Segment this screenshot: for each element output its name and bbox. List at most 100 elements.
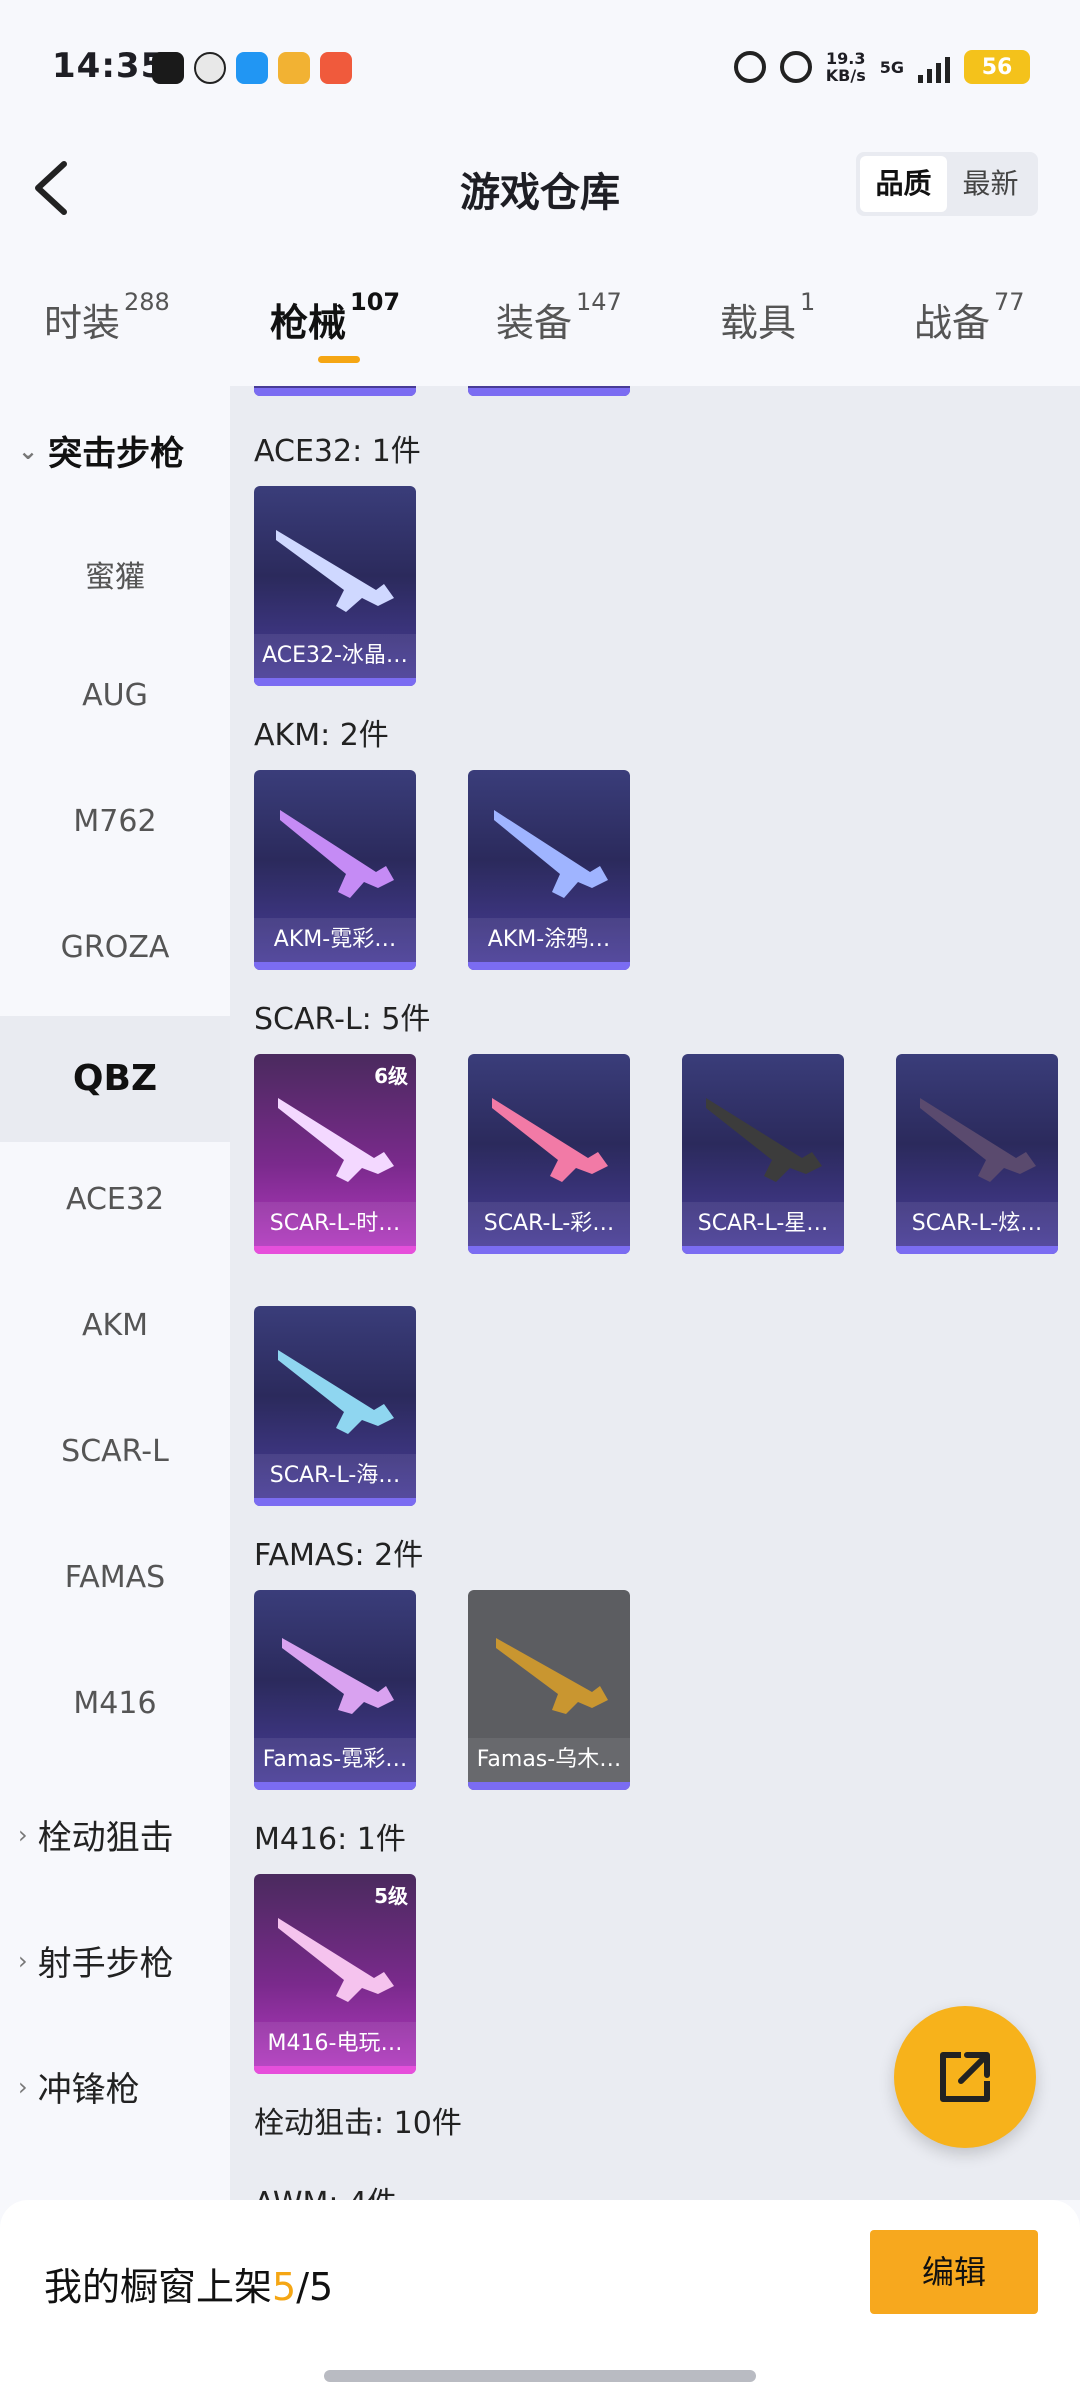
app-notification-icon bbox=[236, 52, 268, 84]
showcase-shelf-status: 我的橱窗上架5/5 bbox=[44, 2256, 333, 2311]
net-speed-unit: KB/s bbox=[825, 66, 866, 85]
section-label-scar-l: SCAR-L: 5件 bbox=[254, 1002, 431, 1037]
edit-button[interactable]: 编辑 bbox=[870, 2230, 1038, 2314]
tab-vehicles[interactable]: 载具 1 bbox=[720, 288, 815, 347]
rifle-icon bbox=[276, 530, 394, 612]
sidebar-item-honey-badger[interactable]: 蜜獾 bbox=[0, 552, 230, 596]
weapon-name: Famas-乌木… bbox=[468, 1738, 630, 1782]
sidebar-group-label: 突击步枪 bbox=[48, 434, 185, 474]
weapon-card[interactable]: 5级 M416-电玩… bbox=[254, 1874, 416, 2074]
sidebar-item-scar-l[interactable]: SCAR-L bbox=[0, 1434, 230, 1469]
tab-guns[interactable]: 枪械 107 bbox=[270, 288, 400, 347]
home-indicator[interactable] bbox=[324, 2370, 756, 2382]
sidebar-item-qbz[interactable]: QBZ bbox=[0, 1016, 230, 1142]
weapon-name: SCAR-L-彩… bbox=[468, 1202, 630, 1246]
sidebar-group-marksman-rifle[interactable]: › 射手步枪 bbox=[18, 1936, 174, 1985]
sidebar-group-label: 射手步枪 bbox=[37, 1944, 174, 1984]
chevron-right-icon: › bbox=[18, 1946, 28, 1975]
sidebar-item-aug[interactable]: AUG bbox=[0, 678, 230, 713]
tab-fashion[interactable]: 时装 288 bbox=[44, 288, 170, 347]
bottom-bar: 我的橱窗上架5/5 编辑 bbox=[0, 2200, 1080, 2400]
rifle-icon bbox=[278, 1918, 394, 2002]
rifle-icon bbox=[278, 1098, 394, 1182]
alarm-icon bbox=[733, 51, 766, 83]
sidebar-item-m762[interactable]: M762 bbox=[0, 804, 230, 839]
mute-icon bbox=[779, 51, 812, 83]
weapon-card[interactable]: ACE32-冰晶… bbox=[254, 486, 416, 686]
section-label-akm: AKM: 2件 bbox=[254, 718, 389, 753]
weapon-card[interactable]: Famas-霓彩… bbox=[254, 1590, 416, 1790]
weapon-name: AKM-涂鸦… bbox=[468, 918, 630, 962]
tab-label: 时装 bbox=[44, 301, 121, 345]
sidebar-item-m416[interactable]: M416 bbox=[0, 1686, 230, 1721]
shelf-current-count: 5 bbox=[272, 2265, 297, 2309]
notification-icons bbox=[152, 52, 352, 84]
signal-icon bbox=[918, 51, 950, 83]
rifle-icon bbox=[492, 1098, 608, 1182]
chevron-right-icon: › bbox=[18, 1820, 28, 1849]
sort-quality-button[interactable]: 品质 bbox=[860, 156, 947, 212]
section-label-m416: M416: 1件 bbox=[254, 1822, 406, 1857]
chevron-right-icon: › bbox=[18, 2072, 28, 2101]
app-notification-icon bbox=[278, 52, 310, 84]
sidebar-group-bolt-sniper[interactable]: › 栓动狙击 bbox=[18, 1810, 174, 1859]
system-icons: 19.3 KB/s 5G 56 bbox=[733, 49, 1030, 85]
active-tab-indicator bbox=[318, 356, 360, 363]
sidebar-group-label: 冲锋枪 bbox=[37, 2070, 140, 2110]
tab-label: 战备 bbox=[914, 301, 991, 345]
tab-supplies[interactable]: 战备 77 bbox=[914, 288, 1025, 347]
weapon-card[interactable]: SCAR-L-海… bbox=[254, 1306, 416, 1506]
section-label-awm: AWM: 4件 bbox=[254, 2178, 397, 2200]
tab-label: 装备 bbox=[496, 301, 573, 345]
rifle-icon bbox=[282, 1638, 394, 1714]
net-speed-value: 19.3 bbox=[826, 49, 866, 68]
sidebar-item-groza[interactable]: GROZA bbox=[0, 930, 230, 965]
sort-latest-button[interactable]: 最新 bbox=[947, 156, 1034, 212]
weapon-name: SCAR-L-炫… bbox=[896, 1202, 1058, 1246]
chevron-down-icon: ⌄ bbox=[18, 436, 39, 465]
tab-label: 枪械 bbox=[270, 301, 347, 345]
tab-count: 147 bbox=[576, 288, 622, 316]
rifle-icon bbox=[496, 1638, 608, 1714]
sidebar-item-ace32[interactable]: ACE32 bbox=[0, 1182, 230, 1217]
weapon-list: ACE32: 1件 ACE32-冰晶… AKM: 2件 AKM-霓彩… AKM-… bbox=[230, 386, 1080, 2200]
sort-toggle: 品质 最新 bbox=[856, 152, 1038, 216]
header: 游戏仓库 品质 最新 bbox=[0, 140, 1080, 270]
sidebar-item-akm[interactable]: AKM bbox=[0, 1308, 230, 1343]
tab-label: 载具 bbox=[720, 301, 797, 345]
rifle-icon bbox=[706, 1098, 822, 1182]
shelf-total-count: /5 bbox=[296, 2265, 334, 2309]
weapon-card[interactable]: AKM-涂鸦… bbox=[468, 770, 630, 970]
weapon-card[interactable] bbox=[254, 386, 416, 396]
rifle-icon bbox=[920, 1098, 1036, 1182]
app-notification-icon bbox=[152, 52, 184, 84]
weapon-card[interactable] bbox=[468, 386, 630, 396]
weapon-card[interactable]: SCAR-L-彩… bbox=[468, 1054, 630, 1254]
weapon-name: SCAR-L-星… bbox=[682, 1202, 844, 1246]
sidebar-group-label: 栓动狙击 bbox=[37, 1818, 174, 1858]
weapon-card[interactable]: AKM-霓彩… bbox=[254, 770, 416, 970]
status-bar: 14:35 19.3 KB/s 5G 56 bbox=[0, 0, 1080, 140]
weapon-card[interactable]: SCAR-L-星… bbox=[682, 1054, 844, 1254]
section-label-ace32: ACE32: 1件 bbox=[254, 434, 421, 469]
qq-notification-icon bbox=[194, 52, 226, 84]
weapon-name: AKM-霓彩… bbox=[254, 918, 416, 962]
shelf-label: 我的橱窗上架 bbox=[44, 2265, 273, 2309]
rifle-icon bbox=[494, 810, 608, 898]
rifle-icon bbox=[278, 1350, 394, 1434]
weapon-card[interactable]: Famas-乌木… bbox=[468, 1590, 630, 1790]
weapon-name: Famas-霓彩… bbox=[254, 1738, 416, 1782]
tab-count: 107 bbox=[350, 288, 401, 316]
share-button[interactable] bbox=[894, 2006, 1036, 2148]
weapon-card[interactable]: SCAR-L-炫… bbox=[896, 1054, 1058, 1254]
tab-equipment[interactable]: 装备 147 bbox=[496, 288, 622, 347]
sidebar-item-famas[interactable]: FAMAS bbox=[0, 1560, 230, 1595]
sidebar-group-assault-rifle[interactable]: ⌄ 突击步枪 bbox=[18, 426, 184, 475]
tab-count: 77 bbox=[994, 288, 1025, 316]
tab-count: 288 bbox=[124, 288, 170, 316]
battery-icon: 56 bbox=[964, 50, 1030, 84]
sidebar-group-smg[interactable]: › 冲锋枪 bbox=[18, 2062, 140, 2111]
section-label-bolt-sniper: 栓动狙击: 10件 bbox=[254, 2106, 462, 2141]
network-type: 5G bbox=[879, 57, 904, 77]
weapon-card[interactable]: 6级 SCAR-L-时… bbox=[254, 1054, 416, 1254]
